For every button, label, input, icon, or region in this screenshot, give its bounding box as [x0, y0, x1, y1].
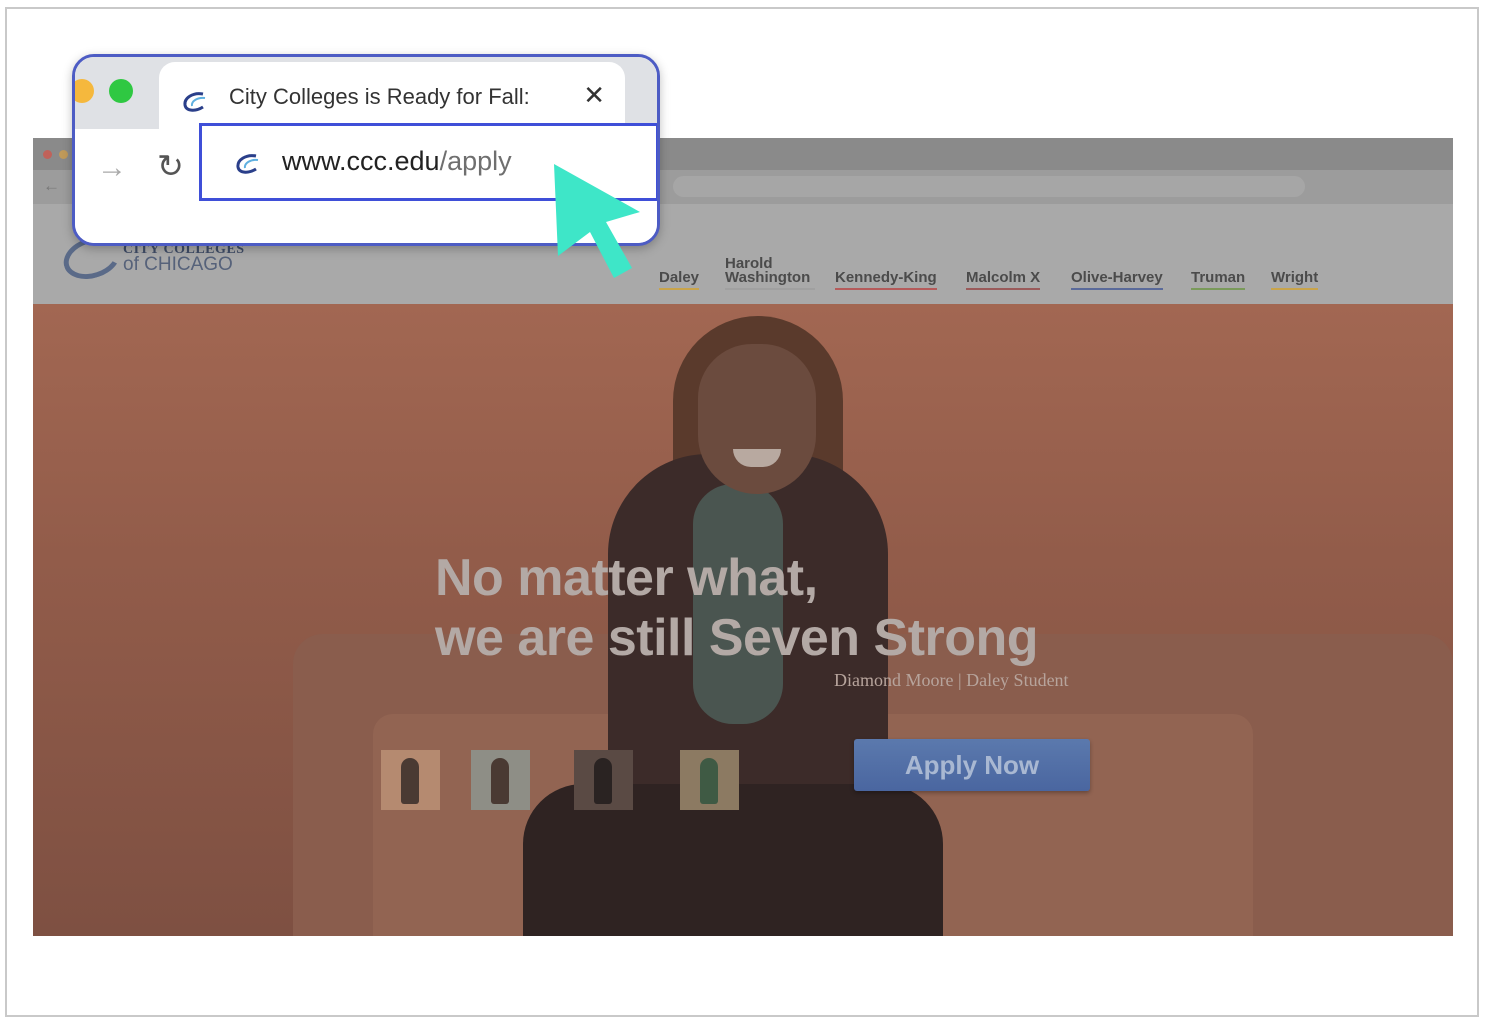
student-face	[698, 344, 816, 494]
nav-wright[interactable]: Wright	[1271, 270, 1319, 290]
nav-olive-harvey[interactable]: Olive-Harvey	[1071, 270, 1163, 290]
student-thumbnail[interactable]	[381, 750, 440, 810]
url-path: /apply	[439, 146, 512, 176]
tab-title: City Colleges is Ready for Fall:	[229, 84, 530, 109]
nav-daley[interactable]: Daley	[659, 270, 700, 290]
nav-harold-washington[interactable]: Harold Washington	[725, 256, 815, 290]
hero-headline: No matter what, we are still Seven Stron…	[435, 548, 1039, 668]
maximize-button[interactable]	[109, 79, 133, 103]
minimize-button[interactable]	[75, 79, 94, 103]
reload-icon[interactable]: ↻	[157, 147, 184, 185]
url-host: www.ccc.edu	[282, 146, 440, 176]
student-thumbnail[interactable]	[680, 750, 739, 810]
thumbnail-figure	[401, 758, 419, 804]
ccc-favicon	[236, 154, 259, 174]
headline-line-1: No matter what,	[435, 549, 818, 607]
cursor-arrow-icon	[554, 164, 640, 278]
hero-caption: Diamond Moore | Daley Student	[834, 670, 1069, 690]
minimize-window-dot[interactable]	[59, 150, 68, 159]
nav-truman[interactable]: Truman	[1191, 270, 1246, 290]
window-url-bar[interactable]	[673, 176, 1305, 197]
headline-line-2: we are still Seven Strong	[435, 609, 1039, 667]
tab-strip: City Colleges is Ready for Fall: ✕	[75, 57, 657, 134]
address-url[interactable]: www.ccc.edu/apply	[282, 146, 512, 177]
thumbnail-figure	[594, 758, 612, 804]
nav-kennedy-king[interactable]: Kennedy-King	[835, 270, 937, 290]
thumbnail-figure	[700, 758, 718, 804]
browser-window: ← CITY COLLEGES of CHICAGO Daley Harold …	[33, 138, 1453, 936]
thumbnail-figure	[491, 758, 509, 804]
forward-arrow-icon[interactable]: →	[97, 151, 127, 185]
student-thumbnail[interactable]	[471, 750, 530, 810]
apply-now-button[interactable]: Apply Now	[854, 739, 1090, 791]
nav-malcolm-x[interactable]: Malcolm X	[966, 270, 1041, 290]
close-window-dot[interactable]	[43, 150, 52, 159]
ccc-favicon	[183, 92, 206, 112]
student-thumbnail[interactable]	[574, 750, 633, 810]
college-nav: Daley Harold Washington Kennedy-King Mal…	[33, 256, 1453, 290]
close-icon[interactable]: ✕	[583, 80, 605, 111]
back-arrow-icon[interactable]: ←	[43, 176, 60, 196]
hero-banner: No matter what, we are still Seven Stron…	[33, 304, 1453, 936]
